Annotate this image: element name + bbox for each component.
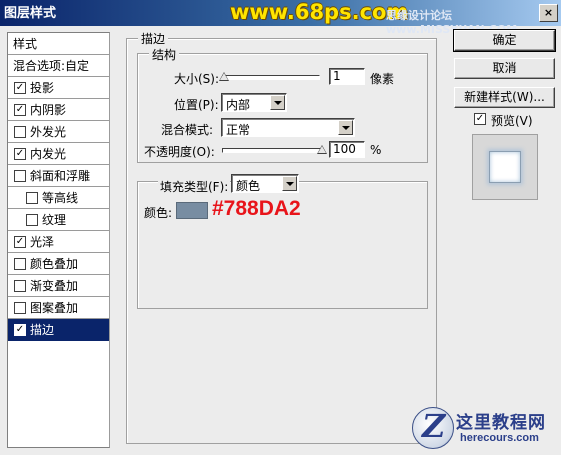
site-logo: Z 这里教程网 herecours.com — [412, 405, 558, 453]
style-checkbox[interactable] — [14, 258, 26, 270]
preview-label: 预览(V) — [491, 114, 533, 128]
stroke-panel-title: 描边 — [138, 30, 169, 47]
style-list-item[interactable]: 等高线 — [8, 187, 109, 209]
style-list-item[interactable]: 渐变叠加 — [8, 275, 109, 297]
style-checkbox[interactable] — [14, 302, 26, 314]
ok-button[interactable]: 确定 — [453, 29, 556, 52]
style-list-header[interactable]: 样式 — [8, 33, 109, 55]
style-list-item-label: 光泽 — [30, 235, 55, 249]
chevron-down-icon[interactable] — [270, 95, 285, 110]
style-preview-thumbnail — [489, 151, 521, 183]
chevron-down-icon[interactable] — [338, 120, 353, 135]
title-bar: 图层样式 www.68ps.com 思缘设计论坛 www.MISSYUAN.CO… — [0, 0, 561, 36]
style-checkbox[interactable]: ✓ — [14, 104, 26, 116]
style-checkbox[interactable]: ✓ — [14, 236, 26, 248]
style-list-item[interactable]: 斜面和浮雕 — [8, 165, 109, 187]
style-checkbox[interactable]: ✓ — [14, 148, 26, 160]
style-checkbox[interactable]: ✓ — [14, 324, 26, 336]
style-list-item-label: 纹理 — [42, 213, 67, 227]
fill-type-select-value: 颜色 — [236, 179, 261, 193]
opacity-slider[interactable] — [222, 148, 324, 153]
style-list-item-label: 图案叠加 — [30, 301, 79, 315]
style-list: 样式 混合选项:自定 ✓ 投影 ✓ 内阴影外发光 ✓ 内发光斜面和浮雕等高线纹理 ✓ 光泽颜色… — [7, 32, 110, 448]
fill-type-label: 填充类型(F): — [158, 178, 231, 195]
size-slider-thumb[interactable] — [219, 72, 229, 81]
style-list-item[interactable]: 外发光 — [8, 121, 109, 143]
blend-mode-label: 混合模式: — [161, 123, 214, 137]
style-list-item-label: 投影 — [30, 81, 55, 95]
opacity-slider-thumb[interactable] — [317, 145, 327, 154]
size-unit: 像素 — [370, 72, 395, 86]
blend-options-item[interactable]: 混合选项:自定 — [8, 55, 109, 77]
color-label: 颜色: — [144, 206, 173, 220]
color-swatch[interactable] — [176, 202, 208, 219]
style-list-item-label: 描边 — [30, 323, 55, 337]
style-list-item-label: 内阴影 — [30, 103, 67, 117]
structure-group-title: 结构 — [149, 46, 180, 63]
color-hex-annotation: #788DA2 — [212, 197, 301, 220]
style-checkbox[interactable] — [26, 192, 38, 204]
style-list-item-label: 渐变叠加 — [30, 279, 79, 293]
close-icon: × — [543, 6, 554, 19]
site-watermark: www.68ps.com — [230, 0, 409, 24]
style-checkbox[interactable] — [14, 170, 26, 182]
style-list-item[interactable]: 纹理 — [8, 209, 109, 231]
fill-type-select[interactable]: 颜色 — [231, 174, 299, 193]
style-list-item-label: 外发光 — [30, 125, 67, 139]
style-list-item[interactable]: 图案叠加 — [8, 297, 109, 319]
new-style-button[interactable]: 新建样式(W)... — [454, 87, 555, 108]
style-checkbox[interactable] — [14, 280, 26, 292]
style-checkbox[interactable]: ✓ — [14, 82, 26, 94]
position-label: 位置(P): — [174, 98, 219, 112]
style-list-header-label: 样式 — [13, 37, 38, 51]
logo-domain: herecours.com — [460, 432, 539, 444]
style-list-item[interactable]: ✓ 投影 — [8, 77, 109, 99]
position-select-value: 内部 — [226, 98, 251, 112]
blend-mode-select-value: 正常 — [226, 123, 251, 137]
logo-letter: Z — [422, 407, 446, 445]
style-list-item[interactable]: 颜色叠加 — [8, 253, 109, 275]
position-select[interactable]: 内部 — [221, 93, 287, 112]
style-preview — [472, 134, 538, 200]
size-input[interactable]: 1 — [329, 68, 365, 85]
window-title: 图层样式 — [4, 6, 57, 21]
chevron-down-icon[interactable] — [282, 176, 297, 191]
size-label: 大小(S): — [174, 72, 220, 86]
opacity-unit: % — [370, 143, 382, 157]
style-list-item[interactable]: ✓ 描边 — [8, 319, 109, 341]
style-list-item-label: 斜面和浮雕 — [30, 169, 91, 183]
style-checkbox[interactable] — [14, 126, 26, 138]
logo-name: 这里教程网 — [456, 413, 546, 433]
size-slider[interactable] — [222, 75, 320, 80]
preview-checkbox[interactable]: ✓ — [474, 113, 486, 125]
opacity-label: 不透明度(O): — [144, 145, 215, 159]
style-list-item[interactable]: ✓ 内发光 — [8, 143, 109, 165]
style-list-item[interactable]: ✓ 光泽 — [8, 231, 109, 253]
blend-options-label: 混合选项:自定 — [13, 59, 90, 73]
close-button[interactable]: × — [539, 4, 558, 22]
style-list-item[interactable]: ✓ 内阴影 — [8, 99, 109, 121]
opacity-input[interactable]: 100 — [329, 141, 365, 158]
style-checkbox[interactable] — [26, 214, 38, 226]
style-list-item-label: 等高线 — [42, 191, 79, 205]
blend-mode-select[interactable]: 正常 — [221, 118, 355, 137]
style-list-item-label: 内发光 — [30, 147, 67, 161]
cancel-button[interactable]: 取消 — [454, 58, 555, 79]
style-list-item-label: 颜色叠加 — [30, 257, 79, 271]
